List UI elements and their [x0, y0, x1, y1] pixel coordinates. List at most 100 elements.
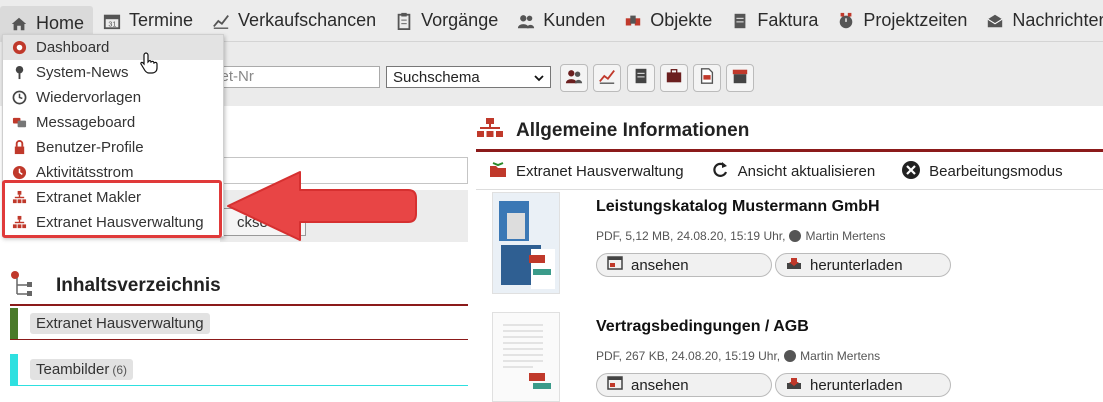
download-document-label: herunterladen	[810, 376, 903, 394]
document-icon	[698, 67, 716, 90]
document-thumbnail[interactable]	[492, 312, 560, 402]
svg-text:31: 31	[108, 19, 116, 28]
toc-header: Inhaltsverzeichnis	[10, 268, 468, 306]
view-icon	[607, 376, 631, 394]
search-schema-select[interactable]: Suchschema	[386, 66, 551, 88]
menu-item-dashboard[interactable]: Dashboard	[3, 35, 223, 60]
hand-cursor-icon	[140, 52, 158, 79]
category-label: Extranet Hausverwaltung	[36, 315, 204, 332]
menu-item-label: Aktivitätsstrom	[36, 164, 134, 181]
document-meta: PDF, 267 KB, 24.08.20, 15:19 Uhr, Martin…	[596, 349, 880, 363]
document-meta-text: PDF, 5,12 MB, 24.08.20, 15:19 Uhr,	[596, 229, 786, 243]
briefcase-icon	[665, 67, 683, 90]
avatar	[784, 350, 797, 362]
document-thumbnail[interactable]	[492, 192, 560, 294]
avatar	[789, 230, 802, 242]
menu-item-label: System-News	[36, 64, 129, 81]
general-info-title: Allgemeine Informationen	[516, 119, 750, 141]
menu-item-messageboard[interactable]: Messageboard	[3, 110, 223, 135]
edit-mode-label: Bearbeitungsmodus	[929, 163, 1063, 180]
category-pill[interactable]: Extranet Hausverwaltung	[30, 313, 210, 334]
general-info-actions: Extranet Hausverwaltung Ansicht aktualis…	[476, 154, 1103, 190]
category-color-bar	[10, 308, 18, 339]
invoice-icon	[729, 11, 751, 31]
nav-verkaufschancen[interactable]: Verkaufschancen	[202, 4, 385, 38]
home-icon	[8, 14, 30, 34]
download-document-button[interactable]: herunterladen	[775, 253, 951, 277]
toolbar-archive-button[interactable]	[726, 64, 754, 92]
menu-item-system-news[interactable]: System-News	[3, 60, 223, 85]
nav-nachrichten[interactable]: Nachrichten	[976, 4, 1103, 38]
category-pill[interactable]: Teambilder (6)	[30, 359, 134, 380]
download-document-button[interactable]: herunterladen	[775, 373, 951, 397]
nav-projektzeiten[interactable]: Projektzeiten	[827, 4, 976, 38]
sitemap-icon	[476, 117, 504, 144]
users-icon	[565, 67, 583, 90]
clipboard-icon	[393, 11, 415, 31]
toolbar-briefcase-button[interactable]	[660, 64, 688, 92]
lock-icon	[11, 140, 27, 156]
invoice-icon	[632, 67, 650, 90]
view-document-button[interactable]: ansehen	[596, 253, 772, 277]
nav-termine-label: Termine	[129, 10, 194, 30]
download-document-label: herunterladen	[810, 256, 903, 274]
menu-item-label: Wiedervorlagen	[36, 89, 142, 106]
view-document-button[interactable]: ansehen	[596, 373, 772, 397]
search-schema-value: Suchschema	[393, 68, 480, 86]
refresh-view-action[interactable]: Ansicht aktualisieren	[710, 160, 875, 184]
general-info-header: Allgemeine Informationen	[476, 112, 1103, 152]
nav-home-label: Home	[36, 13, 85, 33]
clock-icon	[11, 90, 27, 106]
document-meta-text: PDF, 267 KB, 24.08.20, 15:19 Uhr,	[596, 349, 781, 363]
menu-item-benutzer-profile[interactable]: Benutzer-Profile	[3, 135, 223, 160]
mail-icon	[984, 11, 1006, 31]
refresh-icon	[710, 160, 738, 184]
pin-icon	[11, 65, 27, 81]
nav-projektzeiten-label: Projektzeiten	[863, 10, 968, 30]
view-document-label: ansehen	[631, 376, 689, 394]
extranet-hausverwaltung-label: Extranet Hausverwaltung	[516, 163, 684, 180]
search-input[interactable]: ket-Nr	[206, 66, 380, 88]
nav-kunden[interactable]: Kunden	[507, 4, 614, 38]
document-author: Martin Mertens	[805, 229, 886, 243]
nav-objekte-label: Objekte	[650, 10, 713, 30]
category-label: Teambilder	[36, 361, 110, 378]
dashboard-icon	[11, 40, 27, 56]
nav-vorgaenge[interactable]: Vorgänge	[385, 4, 507, 38]
toolbar-document-button[interactable]	[693, 64, 721, 92]
download-icon	[786, 376, 810, 394]
extranet-hausverwaltung-action[interactable]: Extranet Hausverwaltung	[488, 160, 684, 184]
nav-vorgaenge-label: Vorgänge	[421, 10, 499, 30]
nav-verkaufschancen-label: Verkaufschancen	[238, 10, 377, 30]
calendar-icon: 31	[101, 11, 123, 31]
menu-item-label: Messageboard	[36, 114, 136, 131]
document-title[interactable]: Leistungskatalog Mustermann GmbH	[596, 198, 880, 216]
nav-objekte[interactable]: Objekte	[614, 4, 721, 38]
close-circle-icon	[901, 160, 929, 184]
toolbar-invoice-button[interactable]	[627, 64, 655, 92]
users-icon	[515, 11, 537, 31]
toc-category[interactable]: Extranet Hausverwaltung	[10, 308, 468, 340]
menu-item-label: Benutzer-Profile	[36, 139, 144, 156]
toc-category[interactable]: Teambilder (6)	[10, 354, 468, 386]
view-document-label: ansehen	[631, 256, 689, 274]
document-meta: PDF, 5,12 MB, 24.08.20, 15:19 Uhr, Marti…	[596, 229, 885, 243]
archive-icon	[731, 67, 749, 90]
messageboard-icon	[11, 115, 27, 131]
nav-faktura-label: Faktura	[757, 10, 819, 30]
edit-mode-action[interactable]: Bearbeitungsmodus	[901, 160, 1063, 184]
download-icon	[786, 256, 810, 274]
chart-icon	[598, 67, 616, 90]
nav-termine[interactable]: 31 Termine	[93, 4, 202, 38]
highlight-annotation-box	[2, 180, 222, 238]
menu-item-wiedervorlagen[interactable]: Wiedervorlagen	[3, 85, 223, 110]
category-count: (6)	[112, 363, 128, 377]
document-title[interactable]: Vertragsbedingungen / AGB	[596, 318, 809, 336]
nav-faktura[interactable]: Faktura	[721, 4, 827, 38]
toc-title: Inhaltsverzeichnis	[56, 275, 221, 296]
chevron-down-icon	[534, 69, 544, 86]
project-time-icon	[835, 11, 857, 31]
toolbar-chart-button[interactable]	[593, 64, 621, 92]
chart-icon	[210, 11, 232, 31]
toolbar-users-button[interactable]	[560, 64, 588, 92]
